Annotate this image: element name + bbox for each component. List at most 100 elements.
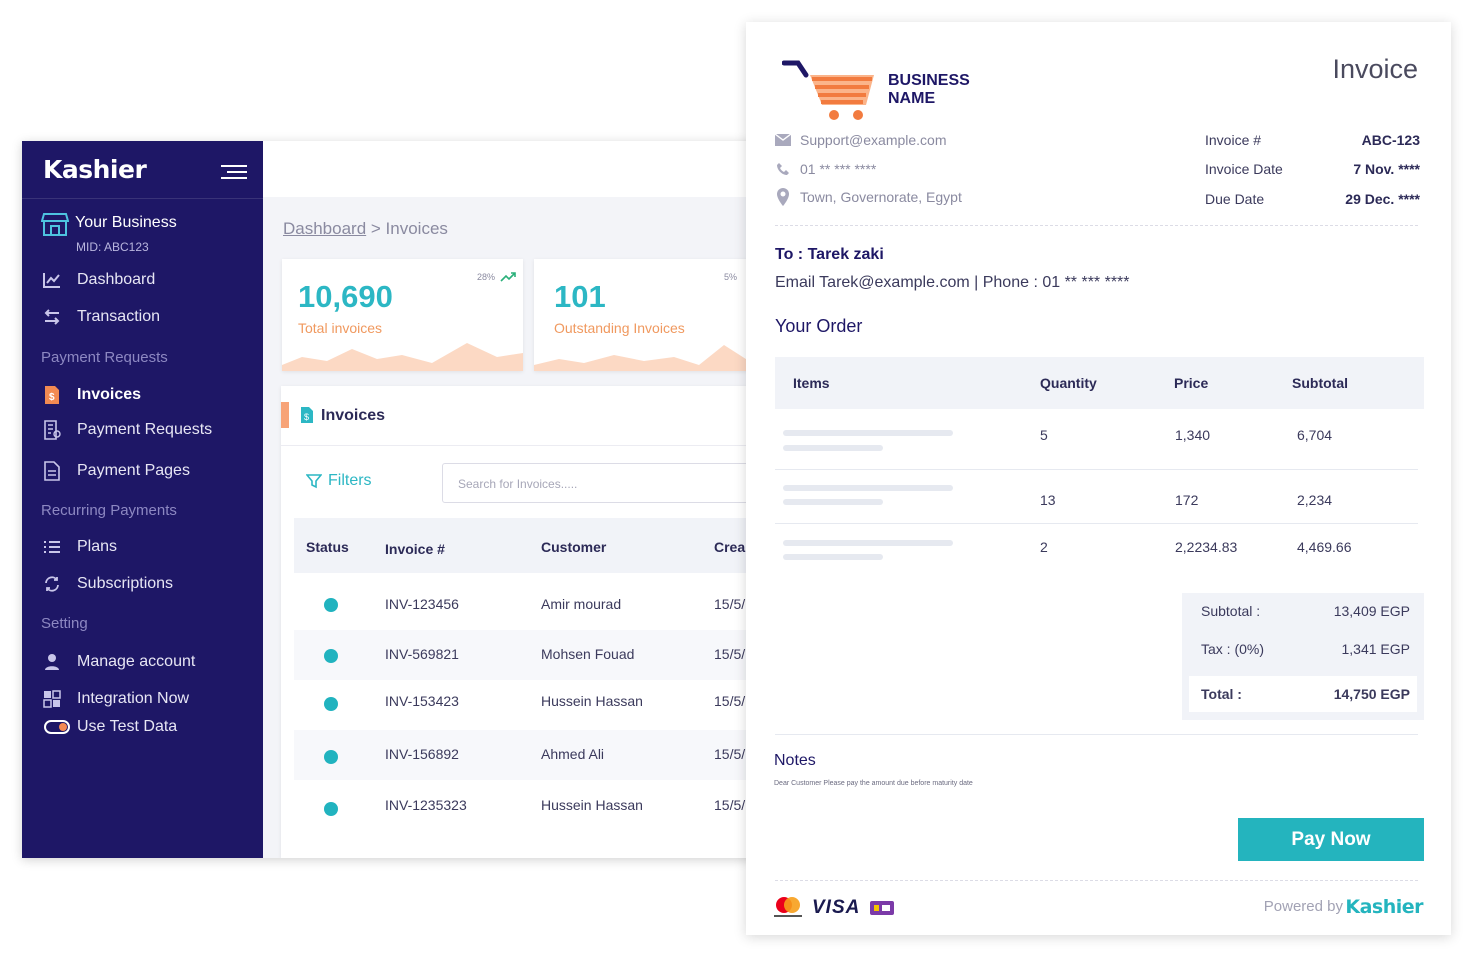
stat-change: 5% xyxy=(724,272,738,282)
column-price: Price xyxy=(1174,375,1209,391)
item-subtotal: 4,469.66 xyxy=(1297,539,1352,555)
invoice-number: INV-156892 xyxy=(385,746,459,762)
item-placeholder xyxy=(783,445,883,451)
business-name-line2: NAME xyxy=(888,90,936,107)
status-dot xyxy=(324,649,338,663)
table-row[interactable]: INV-123456 Amir mourad 15/5/ xyxy=(294,580,762,630)
sidebar-item-invoices[interactable]: $ Invoices xyxy=(41,384,141,406)
sidebar-item-manage-account[interactable]: Manage account xyxy=(41,651,195,673)
contact-phone: 01 ** *** **** xyxy=(775,161,876,177)
sidebar: Kashier Your Business MID: ABC123 Dashbo… xyxy=(22,141,263,858)
total-label: Total : xyxy=(1201,686,1242,702)
puzzle-icon xyxy=(41,688,63,710)
panel-title: Invoices xyxy=(321,407,386,424)
location-pin-icon xyxy=(775,187,791,207)
menu-icon[interactable] xyxy=(221,165,247,179)
filters-button[interactable]: Filters xyxy=(306,472,372,490)
recipient-contact: Email Tarek@example.com | Phone : 01 ** … xyxy=(775,274,1130,291)
subtotal-value: 13,409 EGP xyxy=(1333,603,1410,619)
sidebar-item-transaction[interactable]: Transaction xyxy=(41,306,160,328)
filter-icon xyxy=(306,474,322,489)
sidebar-item-subscriptions[interactable]: Subscriptions xyxy=(41,573,173,595)
table-row[interactable]: INV-153423 Hussein Hassan 15/5/ xyxy=(294,680,762,730)
status-dot xyxy=(324,802,338,816)
column-invoice[interactable]: Invoice # xyxy=(385,541,445,557)
section-recurring-payments: Recurring Payments xyxy=(41,502,177,519)
business-name-line1: BUSINESS xyxy=(888,72,970,89)
stat-change: 28% xyxy=(477,272,496,282)
sidebar-item-plans[interactable]: Plans xyxy=(41,536,117,558)
pay-now-button[interactable]: Pay Now xyxy=(1238,818,1424,861)
recipient-name: To : Tarek zaki xyxy=(775,246,884,263)
sparkline xyxy=(282,343,523,371)
table-row[interactable]: INV-1235323 Hussein Hassan 15/5/ xyxy=(294,780,762,830)
created-date: 15/5/ xyxy=(714,646,746,662)
notes-heading: Notes xyxy=(774,752,816,769)
total-row: Total : 14,750 EGP xyxy=(1189,676,1417,712)
powered-by-label: Powered by xyxy=(1263,898,1343,915)
page-icon xyxy=(41,460,63,482)
breadcrumb-link-dashboard[interactable]: Dashboard xyxy=(283,219,366,238)
contact-email: Support@example.com xyxy=(775,132,947,148)
column-customer[interactable]: Customer xyxy=(541,539,606,555)
item-placeholder xyxy=(783,554,883,560)
invoice-date-label: Invoice Date xyxy=(1205,161,1283,177)
column-status[interactable]: Status xyxy=(306,539,349,555)
section-payment-requests: Payment Requests xyxy=(41,349,168,366)
sidebar-item-label: Subscriptions xyxy=(77,575,174,592)
sidebar-item-payment-pages[interactable]: Payment Pages xyxy=(41,460,190,482)
panel-header: $ Invoices xyxy=(281,386,762,446)
item-placeholder xyxy=(783,485,953,491)
created-date: 15/5/ xyxy=(714,596,746,612)
contact-address: Town, Governorate, Egypt xyxy=(775,187,962,207)
mastercard-icon xyxy=(774,897,802,917)
tax-value: 1,341 EGP xyxy=(1341,641,1411,657)
sidebar-item-label: Integration Now xyxy=(77,690,190,707)
transfer-icon xyxy=(41,306,63,328)
user-icon xyxy=(41,651,63,673)
invoice-number: INV-1235323 xyxy=(385,797,467,813)
kashier-logo: Kashier xyxy=(1345,896,1423,918)
invoice-icon: $ xyxy=(41,384,63,406)
invoice-number: INV-123456 xyxy=(385,596,459,612)
email-text: Support@example.com xyxy=(800,132,947,148)
table-row[interactable]: INV-156892 Ahmed Ali 15/5/ xyxy=(294,730,762,780)
phone-text: 01 ** *** **** xyxy=(800,161,877,177)
breadcrumb: Dashboard > Invoices xyxy=(283,219,448,239)
sidebar-item-label: Transaction xyxy=(77,308,160,325)
sidebar-item-dashboard[interactable]: Dashboard xyxy=(41,269,155,291)
search-input[interactable]: Search for Invoices..... xyxy=(442,463,762,503)
svg-text:$: $ xyxy=(304,412,309,422)
sidebar-item-label: Payment Requests xyxy=(77,421,213,438)
accent-bar xyxy=(281,402,289,428)
sparkline xyxy=(534,345,762,371)
sidebar-item-label: Use Test Data xyxy=(77,718,178,735)
invoice-number-value: ABC-123 xyxy=(1361,132,1420,148)
top-bar xyxy=(263,141,762,197)
svg-text:$: $ xyxy=(49,392,55,403)
trend-up-icon xyxy=(500,272,516,282)
section-setting: Setting xyxy=(41,615,88,632)
column-created[interactable]: Crea xyxy=(714,539,745,555)
stat-label: Outstanding Invoices xyxy=(554,320,685,336)
item-quantity: 13 xyxy=(1040,492,1056,508)
toggle-icon[interactable] xyxy=(44,720,70,734)
status-dot xyxy=(324,750,338,764)
total-value: 14,750 EGP xyxy=(1333,686,1410,702)
refresh-icon xyxy=(41,573,63,595)
item-subtotal: 2,234 xyxy=(1297,492,1333,508)
customer-name: Hussein Hassan xyxy=(541,797,643,813)
stat-value: 10,690 xyxy=(298,279,393,314)
item-quantity: 2 xyxy=(1040,539,1048,555)
receipt-icon xyxy=(41,419,63,441)
table-row[interactable]: INV-569821 Mohsen Fouad 15/5/ xyxy=(294,630,762,680)
sidebar-item-integration[interactable]: Integration Now xyxy=(41,688,189,710)
invoice-number: INV-153423 xyxy=(385,693,459,709)
column-subtotal: Subtotal xyxy=(1292,375,1348,391)
sidebar-item-label: Payment Pages xyxy=(77,462,190,479)
use-test-data-toggle[interactable]: Use Test Data xyxy=(41,718,177,736)
status-dot xyxy=(324,697,338,711)
sidebar-item-payment-requests[interactable]: Payment Requests xyxy=(41,419,212,441)
your-order-heading: Your Order xyxy=(775,316,863,336)
tax-label: Tax : (0%) xyxy=(1201,641,1265,657)
